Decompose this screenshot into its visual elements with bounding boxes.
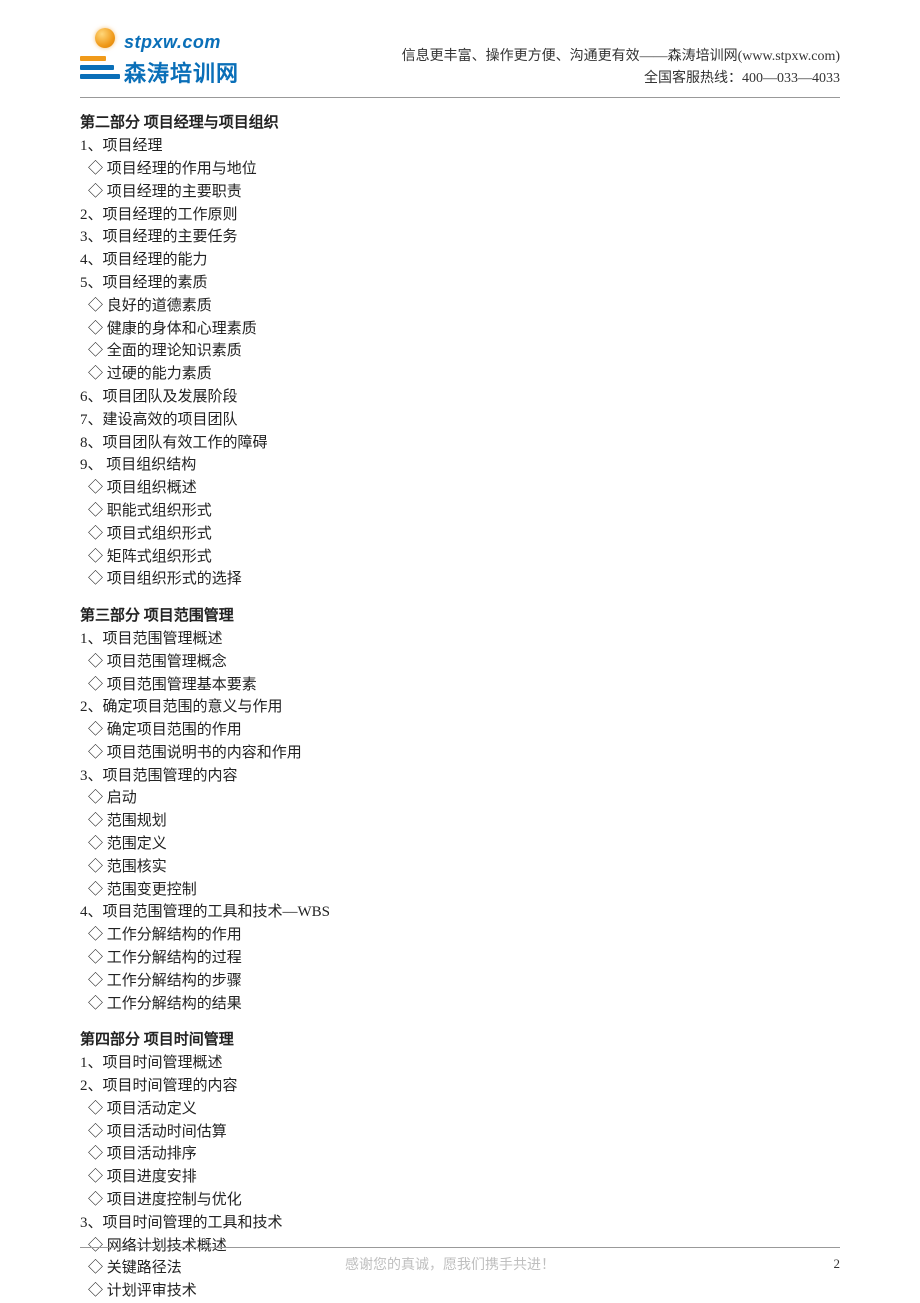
outline-sub-item: ◇ 良好的道德素质: [80, 295, 840, 318]
outline-sub-item: ◇ 范围核实: [80, 856, 840, 879]
section-title: 第二部分 项目经理与项目组织: [80, 112, 840, 135]
outline-sub-item: ◇ 全面的理论知识素质: [80, 340, 840, 363]
outline-sub-item: ◇ 项目活动定义: [80, 1098, 840, 1121]
outline-sub-item: ◇ 过硬的能力素质: [80, 363, 840, 386]
page-header: stpxw.com 森涛培训网 信息更丰富、操作更方便、沟通更有效——森涛培训网…: [80, 0, 840, 98]
outline-sub-item: ◇ 项目活动时间估算: [80, 1121, 840, 1144]
outline-sub-item: ◇ 范围变更控制: [80, 879, 840, 902]
logo-cn-text: 森涛培训网: [124, 56, 239, 88]
page-number: 2: [820, 1256, 840, 1272]
outline-item: 6、项目团队及发展阶段: [80, 386, 840, 409]
logo: stpxw.com 森涛培训网: [80, 28, 240, 84]
outline-sub-item: ◇ 工作分解结构的过程: [80, 947, 840, 970]
outline-sub-item: ◇ 确定项目范围的作用: [80, 719, 840, 742]
outline-sub-item: ◇ 范围规划: [80, 810, 840, 833]
outline-item: 5、项目经理的素质: [80, 272, 840, 295]
outline-item: 1、项目时间管理概述: [80, 1052, 840, 1075]
tagline: 信息更丰富、操作更方便、沟通更有效——森涛培训网(www.stpxw.com): [240, 46, 840, 68]
header-text: 信息更丰富、操作更方便、沟通更有效——森涛培训网(www.stpxw.com) …: [240, 28, 840, 89]
outline-sub-item: ◇ 项目进度控制与优化: [80, 1189, 840, 1212]
hotline: 全国客服热线：400—033—4033: [240, 68, 840, 90]
outline-sub-item: ◇ 工作分解结构的作用: [80, 924, 840, 947]
outline-item: 2、项目时间管理的内容: [80, 1075, 840, 1098]
outline-sub-item: ◇ 项目范围管理概念: [80, 651, 840, 674]
outline-sub-item: ◇ 职能式组织形式: [80, 500, 840, 523]
outline-sub-item: ◇ 健康的身体和心理素质: [80, 318, 840, 341]
page-footer: 感谢您的真诚，愿我们携手共进！ 2: [0, 1247, 920, 1274]
outline-sub-item: ◇ 项目组织形式的选择: [80, 568, 840, 591]
outline-sub-item: ◇ 工作分解结构的结果: [80, 993, 840, 1016]
outline-sub-item: ◇ 工作分解结构的步骤: [80, 970, 840, 993]
outline-sub-item: ◇ 项目范围管理基本要素: [80, 674, 840, 697]
outline-sub-item: ◇ 项目组织概述: [80, 477, 840, 500]
outline-item: 2、项目经理的工作原则: [80, 204, 840, 227]
logo-bars-icon: [80, 56, 120, 83]
outline-sub-item: ◇ 项目进度安排: [80, 1166, 840, 1189]
logo-sun-icon: [95, 28, 115, 48]
logo-url-text: stpxw.com: [124, 32, 221, 53]
outline-item: 9、 项目组织结构: [80, 454, 840, 477]
outline-item: 4、项目范围管理的工具和技术—WBS: [80, 901, 840, 924]
outline-sub-item: ◇ 项目范围说明书的内容和作用: [80, 742, 840, 765]
outline-item: 3、项目范围管理的内容: [80, 765, 840, 788]
outline-sub-item: ◇ 项目活动排序: [80, 1143, 840, 1166]
outline-sub-item: ◇ 计划评审技术: [80, 1280, 840, 1303]
outline-item: 2、确定项目范围的意义与作用: [80, 696, 840, 719]
outline-item: 1、项目经理: [80, 135, 840, 158]
outline-sub-item: ◇ 项目经理的作用与地位: [80, 158, 840, 181]
section-title: 第四部分 项目时间管理: [80, 1029, 840, 1052]
section-title: 第三部分 项目范围管理: [80, 605, 840, 628]
outline-item: 1、项目范围管理概述: [80, 628, 840, 651]
outline-item: 3、项目经理的主要任务: [80, 226, 840, 249]
document-body: 第二部分 项目经理与项目组织1、项目经理◇ 项目经理的作用与地位◇ 项目经理的主…: [0, 98, 920, 1303]
outline-item: 4、项目经理的能力: [80, 249, 840, 272]
outline-item: 3、项目时间管理的工具和技术: [80, 1212, 840, 1235]
outline-sub-item: ◇ 项目式组织形式: [80, 523, 840, 546]
outline-sub-item: ◇ 范围定义: [80, 833, 840, 856]
outline-sub-item: ◇ 启动: [80, 787, 840, 810]
outline-item: 8、项目团队有效工作的障碍: [80, 432, 840, 455]
footer-slogan: 感谢您的真诚，愿我们携手共进！: [80, 1254, 820, 1274]
outline-sub-item: ◇ 项目经理的主要职责: [80, 181, 840, 204]
outline-item: 7、建设高效的项目团队: [80, 409, 840, 432]
outline-sub-item: ◇ 矩阵式组织形式: [80, 546, 840, 569]
